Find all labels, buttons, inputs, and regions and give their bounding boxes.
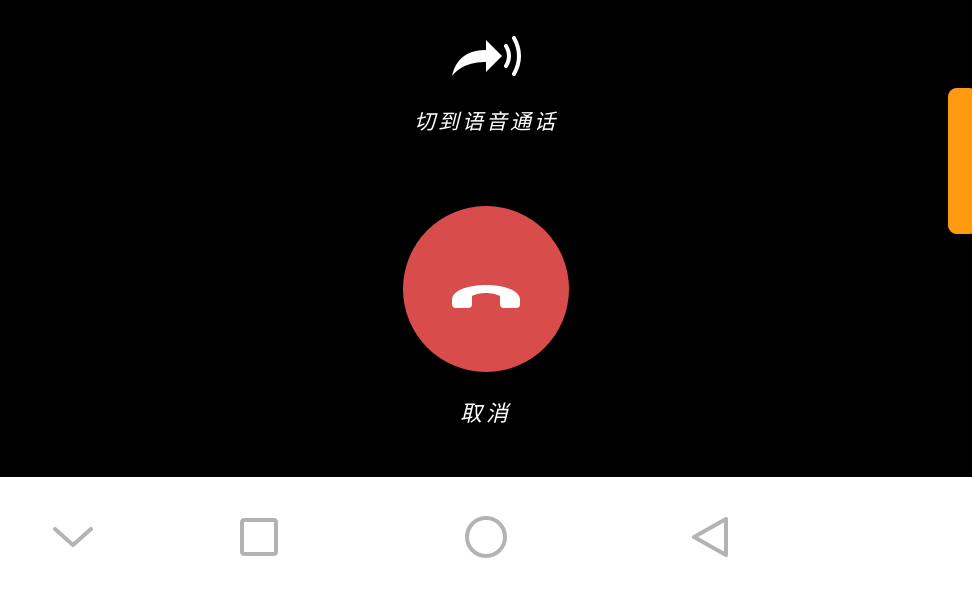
floating-side-tab[interactable] <box>948 88 972 234</box>
circle-home-icon <box>465 516 507 558</box>
chevron-down-icon <box>53 527 93 547</box>
video-call-screen: 切到语音通话 取消 <box>0 0 972 607</box>
square-recent-icon <box>240 518 278 556</box>
hide-navigation-button[interactable] <box>45 509 101 565</box>
home-button[interactable] <box>458 509 514 565</box>
recent-apps-button[interactable] <box>231 509 287 565</box>
switch-to-voice-call-label: 切到语音通话 <box>414 110 558 134</box>
forward-sound-icon <box>452 36 521 76</box>
call-area: 切到语音通话 取消 <box>0 0 972 477</box>
navigation-bar <box>0 477 972 607</box>
triangle-back-icon <box>692 517 728 557</box>
back-button[interactable] <box>682 509 738 565</box>
switch-to-voice-call-button[interactable]: 切到语音通话 <box>386 22 586 142</box>
cancel-label: 取消 <box>459 402 512 427</box>
phone-hangup-icon <box>452 285 520 308</box>
hangup-button[interactable] <box>403 206 569 372</box>
